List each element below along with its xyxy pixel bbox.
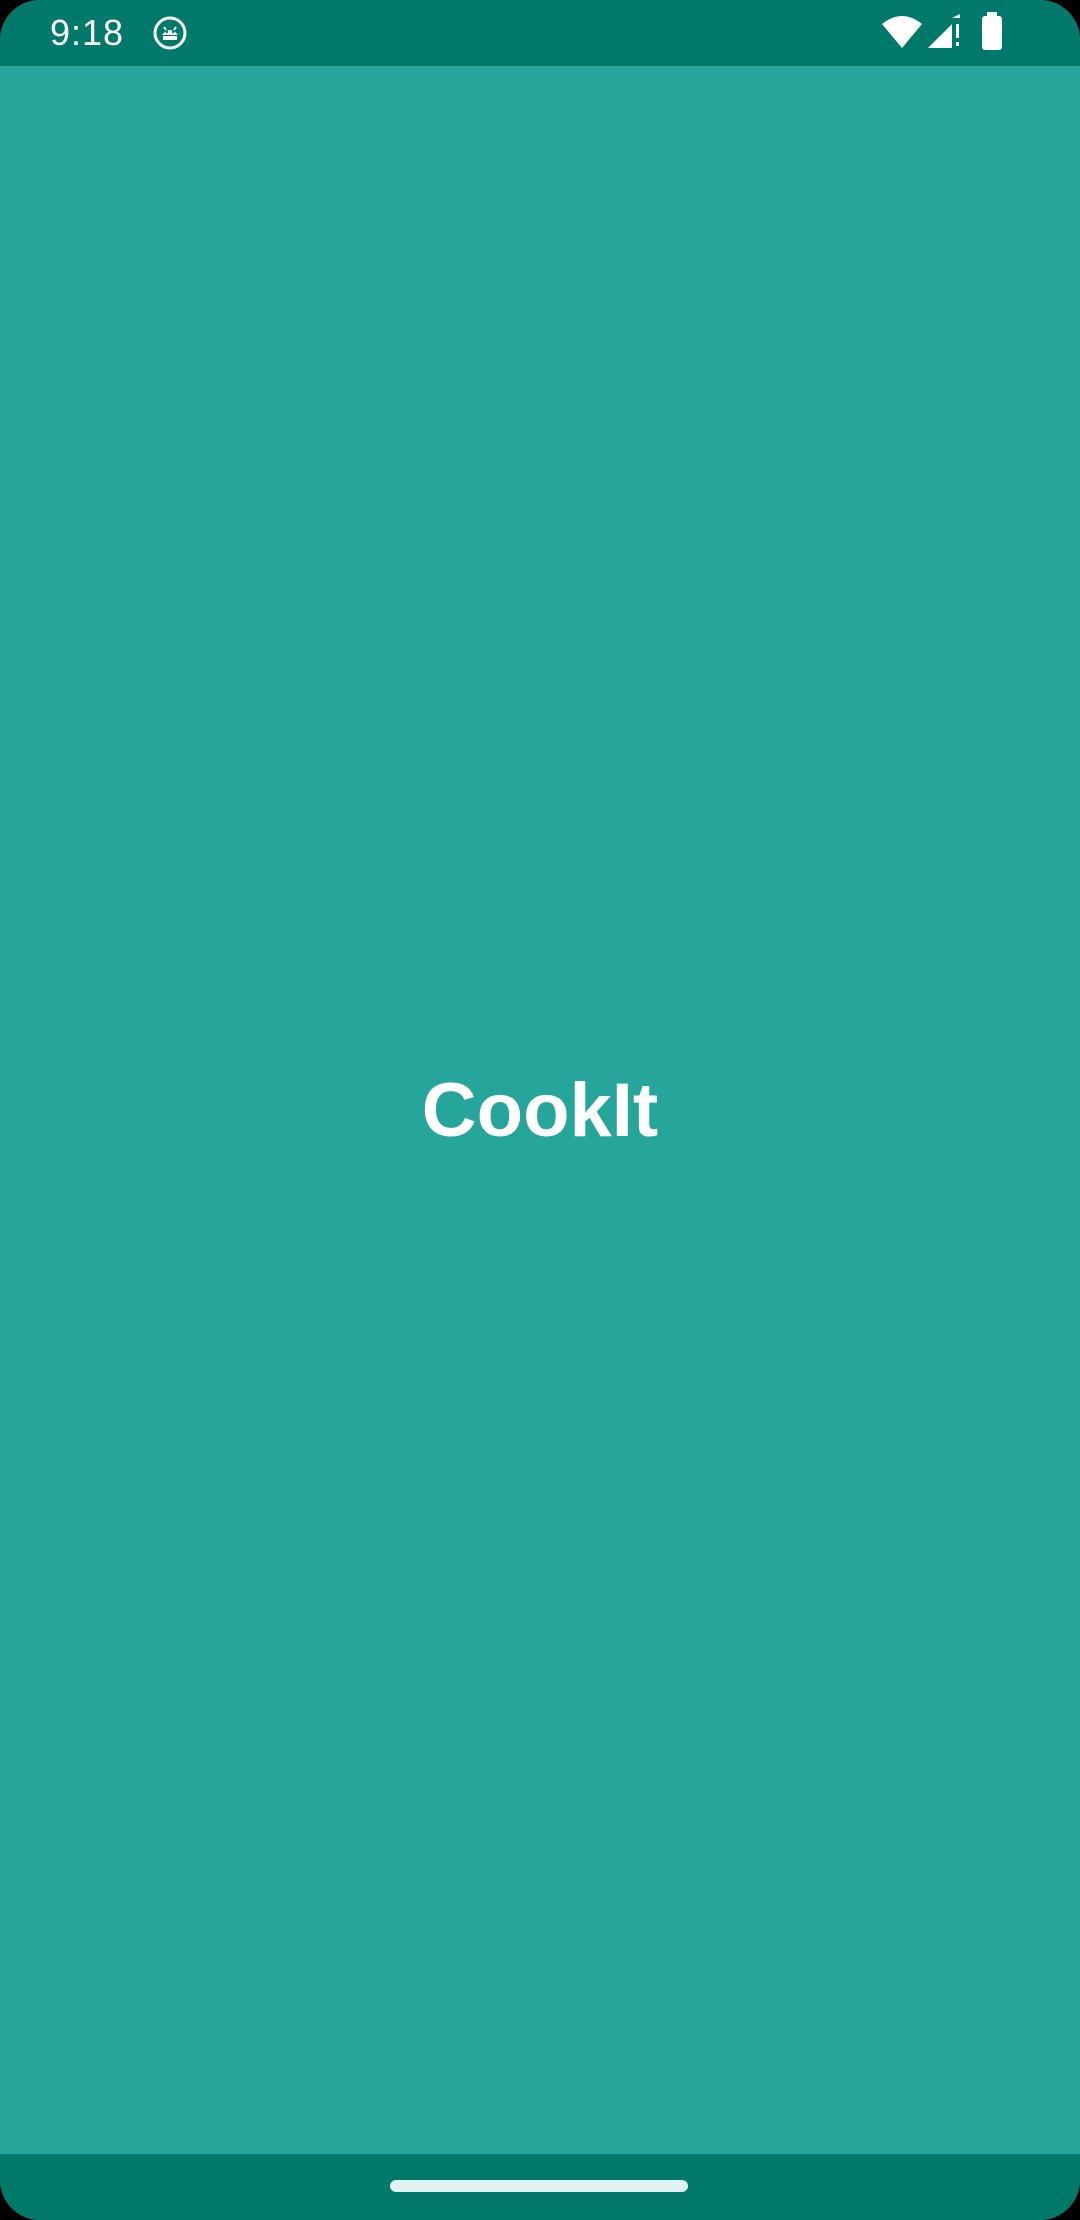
home-gesture-handle[interactable] bbox=[390, 2180, 688, 2192]
status-time: 9:18 bbox=[50, 12, 125, 53]
status-bar: 9:18 bbox=[0, 0, 1080, 66]
device-screen: 9:18 CookIt bbox=[0, 0, 1080, 2220]
battery-icon bbox=[982, 12, 1002, 50]
splash-screen: CookIt bbox=[0, 66, 1080, 2154]
android-debug-icon bbox=[153, 16, 187, 50]
cell-signal-icon bbox=[928, 14, 960, 48]
wifi-icon bbox=[882, 16, 922, 48]
app-name: CookIt bbox=[421, 1067, 659, 1153]
